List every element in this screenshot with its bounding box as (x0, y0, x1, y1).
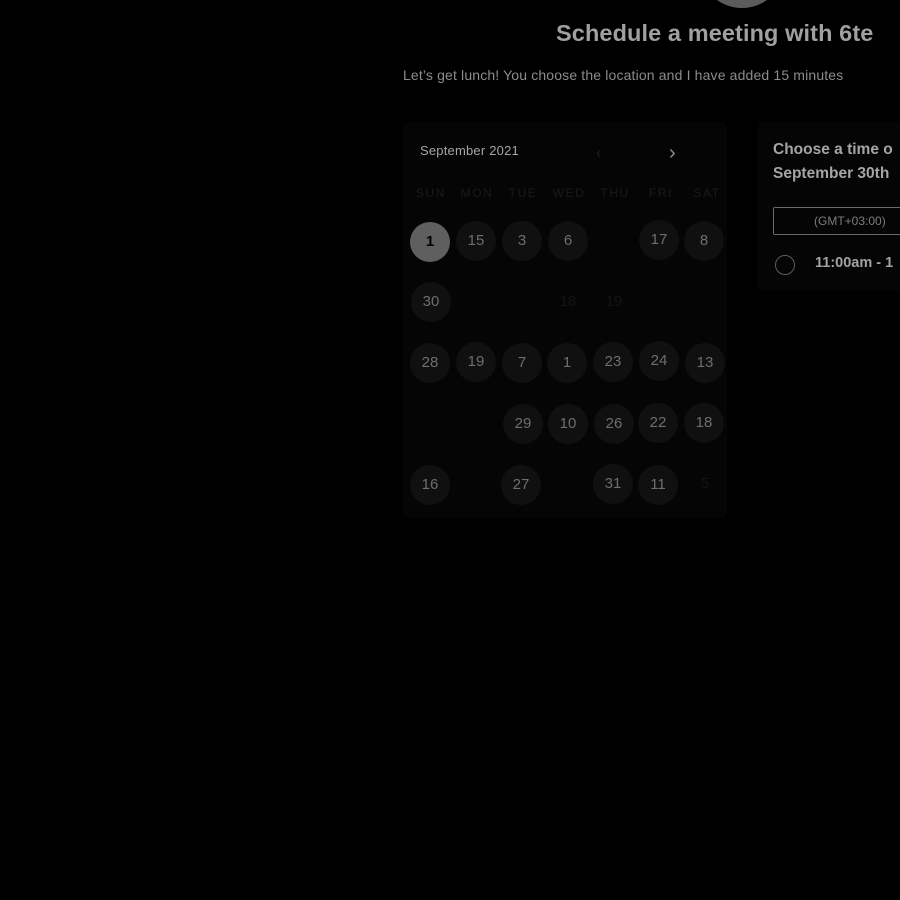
time-heading-line2: September 30th (773, 165, 890, 182)
time-heading: Choose a time o September 30th (773, 138, 900, 186)
calendar-day (456, 282, 496, 322)
calendar-day[interactable]: 18 (684, 403, 724, 443)
radio-button[interactable] (775, 255, 795, 275)
calendar-day[interactable]: 3 (502, 221, 542, 261)
calendar-day[interactable]: 10 (548, 404, 588, 444)
calendar-day[interactable]: 13 (685, 343, 725, 383)
calendar-day[interactable]: 6 (548, 221, 588, 261)
calendar-day (594, 221, 634, 261)
calendar-day[interactable]: 22 (638, 403, 678, 443)
calendar-day (410, 403, 450, 443)
calendar-day[interactable]: 27 (501, 465, 541, 505)
calendar-day[interactable]: 8 (684, 221, 724, 261)
time-slot-label: 11:00am - 1 (815, 255, 894, 271)
weekday-header: SUN (415, 186, 447, 200)
chevron-left-icon[interactable]: ‹ (596, 143, 602, 163)
calendar-day (639, 282, 679, 322)
calendar-day[interactable]: 31 (593, 464, 633, 504)
calendar-day[interactable]: 11 (638, 465, 678, 505)
weekday-header: THU (600, 186, 630, 200)
chevron-right-icon[interactable]: › (669, 142, 676, 164)
calendar-day (456, 465, 496, 505)
calendar-day: 5 (700, 475, 710, 492)
calendar-day[interactable]: 7 (502, 343, 542, 383)
weekday-header: WED (552, 186, 586, 200)
calendar-day[interactable]: 30 (411, 282, 451, 322)
weekday-header: SAT (693, 186, 721, 200)
calendar-day[interactable]: 26 (594, 404, 634, 444)
calendar-day[interactable]: 29 (503, 404, 543, 444)
calendar: September 2021 ‹ › SUN MON TUE WED THU F… (403, 122, 727, 518)
calendar-day (456, 403, 496, 443)
calendar-day[interactable]: 23 (593, 342, 633, 382)
calendar-day (502, 282, 542, 322)
calendar-day[interactable]: 28 (410, 343, 450, 383)
weekday-header: FRI (648, 186, 674, 200)
calendar-day[interactable]: 19 (456, 342, 496, 382)
time-picker-panel: Choose a time o September 30th (GMT+03:0… (758, 122, 900, 290)
calendar-day (684, 282, 724, 322)
calendar-month-label: September 2021 (420, 143, 519, 158)
weekday-header: TUE (508, 186, 538, 200)
calendar-day[interactable]: 24 (639, 341, 679, 381)
calendar-day (548, 465, 588, 505)
calendar-day[interactable]: 1 (547, 343, 587, 383)
calendar-day[interactable]: 15 (456, 221, 496, 261)
calendar-day[interactable]: 17 (639, 220, 679, 260)
calendar-day: 18 (559, 293, 577, 310)
calendar-day: 19 (605, 293, 623, 310)
page-subtitle: Let’s get lunch! You choose the location… (403, 67, 844, 83)
host-avatar (704, 0, 780, 8)
weekday-header: MON (460, 186, 494, 200)
time-heading-line1: Choose a time o (773, 141, 893, 158)
scheduling-page: Schedule a meeting with 6te Let’s get lu… (0, 0, 900, 900)
calendar-day-selected[interactable]: 1 (410, 222, 450, 262)
timezone-select[interactable]: (GMT+03:00) (773, 207, 900, 235)
calendar-day[interactable]: 16 (410, 465, 450, 505)
page-title: Schedule a meeting with 6te (556, 20, 874, 46)
